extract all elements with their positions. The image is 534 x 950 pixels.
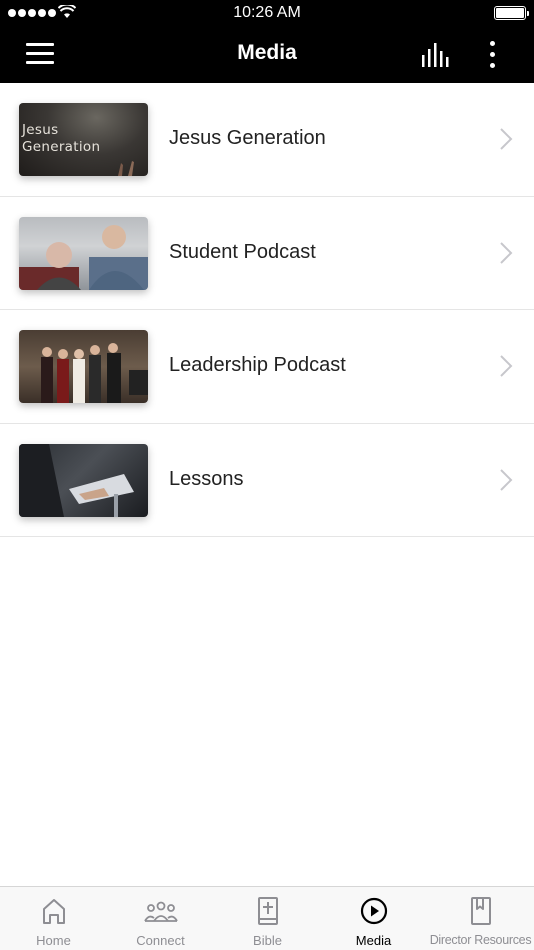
chevron-right-icon: [500, 241, 513, 264]
tab-label: Bible: [253, 933, 282, 948]
chevron-right-icon: [500, 355, 513, 377]
list-item-label: Leadership Podcast: [169, 354, 346, 376]
list-item-label: Jesus Generation: [169, 127, 326, 149]
tab-bible[interactable]: Bible: [214, 887, 321, 950]
list-item-leadership-podcast[interactable]: Leadership Podcast: [0, 310, 534, 424]
equalizer-icon[interactable]: [420, 43, 452, 67]
thumbnail-image: [19, 443, 148, 517]
tab-label: Home: [36, 933, 71, 948]
thumbnail-image: [19, 330, 148, 403]
battery-icon: [494, 6, 529, 20]
list-item-student-podcast[interactable]: Student Podcast: [0, 196, 534, 310]
list-item-label: Lessons: [169, 467, 244, 490]
list-item-jesus-generation[interactable]: Jesus Generation Jesus Generation: [0, 83, 534, 197]
tab-bar: Home Connect Bible Media Director Resour…: [0, 886, 534, 950]
bookmark-book-icon: [470, 897, 491, 925]
tab-label: Director Resources: [429, 933, 532, 947]
bible-icon: [257, 897, 278, 925]
nav-bar: Media: [0, 26, 534, 83]
thumbnail-image: [19, 216, 148, 290]
status-bar: 10:26 AM: [0, 0, 534, 26]
chevron-right-icon: [500, 468, 513, 491]
people-group-icon: [143, 901, 178, 922]
tab-connect[interactable]: Connect: [107, 887, 214, 950]
list-item-lessons[interactable]: Lessons: [0, 423, 534, 537]
chevron-right-icon: [500, 128, 513, 150]
thumbnail-title: Jesus Generation: [22, 122, 101, 155]
tab-director-resources[interactable]: Director Resources: [427, 887, 534, 950]
home-icon: [42, 899, 65, 924]
play-circle-icon: [360, 897, 387, 925]
media-list: Jesus Generation Jesus Generation Student…: [0, 83, 534, 537]
page-title: Media: [237, 41, 297, 64]
tab-label: Connect: [136, 933, 185, 948]
list-item-label: Student Podcast: [169, 240, 316, 263]
tab-media[interactable]: Media: [320, 887, 427, 950]
thumbnail-image: Jesus Generation: [19, 103, 148, 176]
tab-label: Media: [355, 933, 392, 948]
tab-home[interactable]: Home: [0, 887, 107, 950]
more-vertical-icon[interactable]: [484, 40, 502, 70]
status-time: 10:26 AM: [233, 4, 301, 21]
